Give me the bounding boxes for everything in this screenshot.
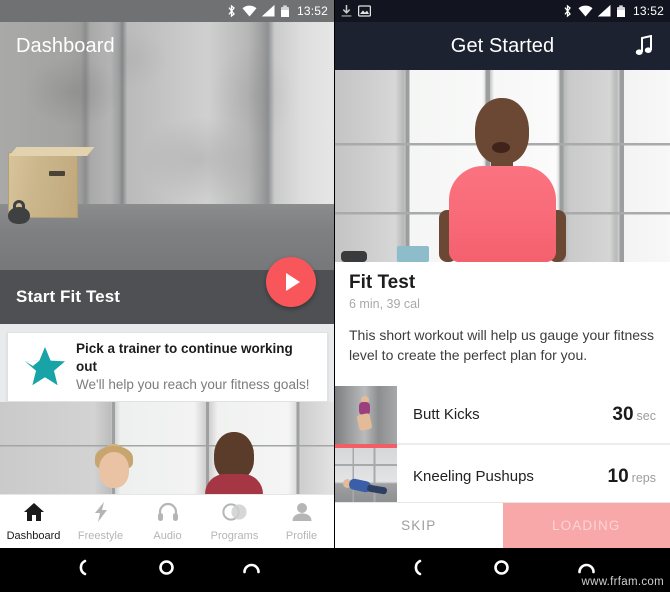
recents-icon[interactable] (242, 559, 261, 581)
person-icon (291, 502, 313, 527)
card-title: Pick a trainer to continue working out (76, 340, 293, 374)
exercise-name: Butt Kicks (413, 406, 480, 423)
android-nav-bar-right: www.frfam.com (335, 548, 670, 592)
bluetooth-icon (562, 4, 573, 18)
exercise-quantity: 10 (607, 465, 629, 487)
tab-label: Dashboard (6, 529, 61, 542)
exercise-quantity: 30 (612, 403, 634, 425)
trainers-photo[interactable] (0, 402, 334, 494)
tab-profile[interactable]: Profile (268, 502, 334, 542)
right-phone-screen: 13:52 Get Started Fit Test 6 min, 39 cal… (335, 0, 670, 592)
wifi-icon (578, 5, 593, 17)
tab-label: Audio (153, 529, 182, 542)
workout-title: Fit Test (349, 272, 416, 293)
page-title: Get Started (450, 34, 555, 57)
home-icon[interactable] (158, 559, 175, 581)
workout-hero-image (335, 70, 670, 262)
loading-button[interactable]: LOADING (502, 503, 670, 548)
card-subtitle: We'll help you reach your fitness goals! (76, 377, 310, 393)
exercise-thumbnail (335, 448, 397, 506)
trainer-card-area: Pick a trainer to continue working out W… (0, 324, 334, 402)
dashboard-app-bar: Dashboard (0, 22, 334, 70)
tab-label: Freestyle (77, 529, 124, 542)
signal-icon (261, 5, 275, 17)
left-status-bar: 13:52 (0, 0, 334, 22)
battery-icon (280, 4, 290, 18)
home-icon (23, 502, 45, 527)
workout-meta: 6 min, 39 cal (349, 297, 420, 311)
tab-label: Programs (210, 529, 259, 542)
status-clock: 13:52 (632, 4, 664, 18)
start-fit-test-label: Start Fit Test (16, 287, 121, 306)
dual-phone-screenshot: 13:52 Dashboard Start Fit Test Pick a tr… (0, 0, 670, 592)
exercise-row[interactable]: Kneeling Pushups 10 reps (335, 448, 670, 506)
tab-programs[interactable]: Programs (201, 502, 268, 542)
star-icon (18, 346, 72, 388)
get-started-app-bar: Get Started (335, 22, 670, 70)
workout-description: This short workout will help us gauge yo… (349, 327, 655, 364)
page-title: Dashboard (16, 34, 115, 57)
exercise-unit: reps (631, 470, 656, 485)
home-icon[interactable] (493, 559, 510, 581)
battery-icon (616, 4, 626, 18)
signal-icon (597, 5, 611, 17)
site-watermark: www.frfam.com (581, 576, 664, 588)
music-note-icon[interactable] (634, 35, 654, 57)
bottom-action-bar: SKIP LOADING (335, 502, 670, 548)
tab-label: Profile (285, 529, 318, 542)
status-clock: 13:52 (296, 4, 328, 18)
exercise-name: Kneeling Pushups (413, 468, 534, 485)
play-button[interactable] (266, 257, 316, 307)
right-status-bar: 13:52 (335, 0, 670, 22)
bottom-tab-bar: Dashboard Freestyle Audio Programs Profi… (0, 494, 334, 548)
skip-button[interactable]: SKIP (335, 503, 503, 548)
lightning-bolt-icon (90, 501, 112, 527)
exercise-list: Butt Kicks 30 sec Kneeling Pushups 10 reps (335, 386, 670, 506)
image-icon (358, 5, 371, 17)
left-phone-screen: 13:52 Dashboard Start Fit Test Pick a tr… (0, 0, 335, 592)
headphones-icon (157, 502, 179, 527)
tab-freestyle[interactable]: Freestyle (67, 501, 134, 542)
back-icon[interactable] (74, 559, 91, 581)
exercise-row[interactable]: Butt Kicks 30 sec (335, 386, 670, 444)
wifi-icon (242, 5, 257, 17)
trainer-figure (435, 94, 570, 262)
trainer-male-figure (205, 424, 263, 494)
row-divider (397, 444, 670, 445)
play-icon (286, 273, 300, 291)
bluetooth-icon (226, 4, 237, 18)
exercise-thumbnail (335, 386, 397, 444)
kettlebell-prop (8, 200, 30, 224)
trainer-female-figure (92, 444, 138, 494)
pick-trainer-card[interactable]: Pick a trainer to continue working out W… (7, 332, 328, 402)
exercise-unit: sec (636, 408, 656, 423)
back-icon[interactable] (409, 559, 426, 581)
android-nav-bar-left (0, 548, 334, 592)
tab-audio[interactable]: Audio (134, 502, 201, 542)
overlapping-circles-icon (221, 502, 248, 527)
download-icon (341, 4, 352, 18)
workout-detail-header: Fit Test 6 min, 39 cal This short workou… (335, 262, 670, 366)
tab-dashboard[interactable]: Dashboard (0, 502, 67, 542)
